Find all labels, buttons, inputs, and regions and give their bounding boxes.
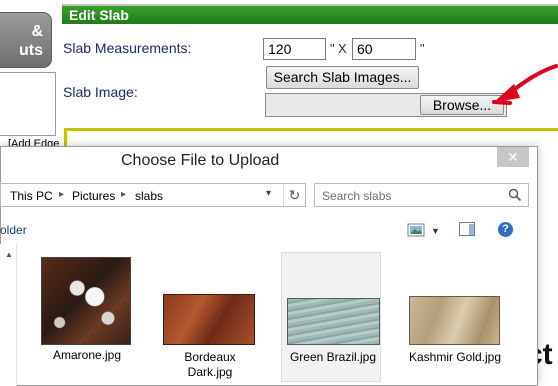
navigation-pane bbox=[0, 244, 17, 386]
measurements-label: Slab Measurements: bbox=[63, 40, 192, 56]
scroll-up-icon[interactable]: ▲ bbox=[5, 250, 13, 259]
file-name: Kashmir Gold.jpg bbox=[408, 350, 502, 364]
help-icon[interactable]: ? bbox=[498, 222, 513, 237]
nav-button-line1: & bbox=[31, 23, 43, 40]
file-name: Dark.jpg bbox=[187, 365, 233, 379]
nav-button[interactable]: & uts bbox=[0, 12, 52, 68]
breadcrumb-slabs[interactable]: slabs bbox=[135, 189, 163, 203]
slab-image-label: Slab Image: bbox=[63, 84, 138, 100]
inch-symbol: " bbox=[330, 41, 335, 56]
panel-title: Edit Slab bbox=[62, 6, 558, 24]
new-folder-button[interactable]: older bbox=[0, 223, 27, 237]
view-options-icon[interactable] bbox=[407, 223, 425, 237]
chevron-down-icon[interactable]: ▼ bbox=[431, 226, 440, 236]
yellow-divider bbox=[64, 128, 558, 131]
green-brazil-thumbnail[interactable] bbox=[287, 298, 380, 345]
width-input[interactable]: 60 bbox=[352, 38, 416, 60]
search-placeholder: Search slabs bbox=[322, 189, 392, 203]
file-name: Amarone.jpg bbox=[52, 348, 122, 362]
kashmir-gold-thumbnail[interactable] bbox=[409, 296, 500, 345]
file-name: Bordeaux bbox=[184, 350, 236, 364]
chevron-right-icon[interactable]: ▸ bbox=[59, 189, 64, 200]
search-icon[interactable] bbox=[508, 188, 522, 202]
preview-pane-icon-inner bbox=[469, 224, 474, 235]
chevron-down-icon[interactable]: ▾ bbox=[266, 188, 271, 199]
inch-symbol: " bbox=[420, 41, 425, 56]
breadcrumb-this-pc[interactable]: This PC bbox=[10, 189, 53, 203]
search-slab-images-button[interactable]: Search Slab Images... bbox=[266, 66, 419, 89]
nav-button-line2: uts bbox=[19, 42, 43, 59]
file-name: Green Brazil.jpg bbox=[289, 350, 377, 364]
breadcrumb-pictures[interactable]: Pictures bbox=[72, 189, 115, 203]
dimension-separator: X bbox=[338, 41, 347, 56]
length-input[interactable]: 120 bbox=[263, 38, 326, 60]
close-icon[interactable]: ✕ bbox=[497, 147, 529, 167]
refresh-icon[interactable]: ↻ bbox=[283, 184, 305, 206]
red-arrow-annotation bbox=[492, 64, 558, 105]
edge-thumbnail-frame bbox=[0, 72, 56, 136]
bordeaux-dark-thumbnail[interactable] bbox=[163, 294, 255, 345]
amarone-thumbnail[interactable] bbox=[41, 257, 131, 345]
chevron-right-icon[interactable]: ▸ bbox=[121, 189, 126, 200]
dialog-title: Choose File to Upload bbox=[121, 152, 280, 169]
